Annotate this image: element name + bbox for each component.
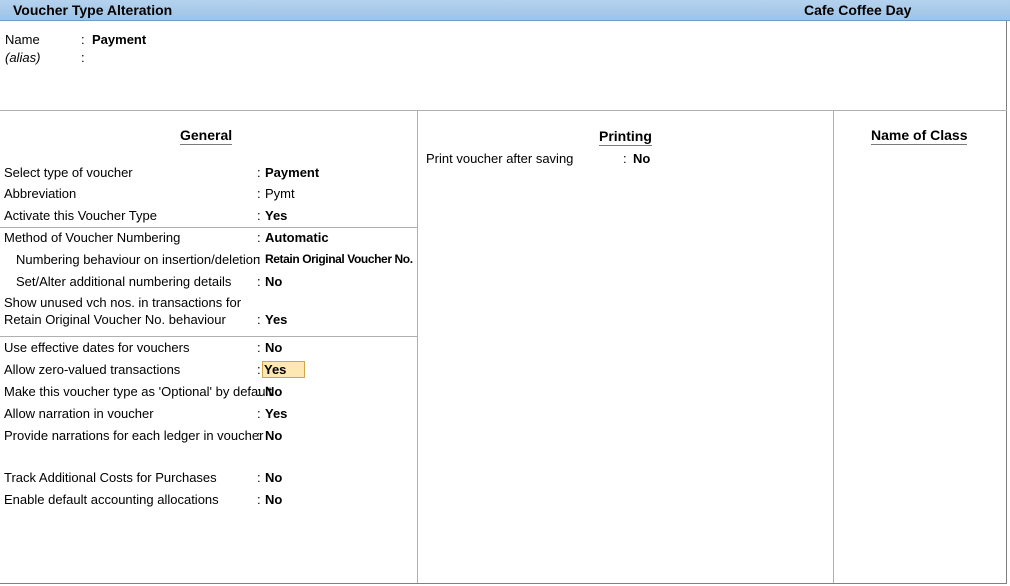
name-of-class-section-title: Name of Class (871, 127, 968, 145)
track-additional-costs-separator: : (257, 470, 261, 485)
printing-column-divider (833, 110, 834, 583)
optional-default-label: Make this voucher type as 'Optional' by … (4, 384, 272, 399)
activate-voucher-type-label: Activate this Voucher Type (4, 208, 157, 223)
title-bar: Voucher Type Alteration Cafe Coffee Day (0, 0, 1010, 21)
printing-section-title: Printing (599, 128, 652, 146)
show-unused-separator: : (257, 312, 261, 327)
narration-field[interactable]: Yes (265, 406, 287, 421)
default-allocations-separator: : (257, 492, 261, 507)
numbering-behaviour-separator: : (257, 252, 261, 267)
set-alter-numbering-label: Set/Alter additional numbering details (16, 274, 232, 289)
show-unused-label-line1: Show unused vch nos. in transactions for (4, 295, 242, 310)
default-allocations-field[interactable]: No (265, 492, 282, 507)
print-after-saving-field[interactable]: No (633, 151, 650, 166)
abbreviation-separator: : (257, 186, 261, 201)
general-column-divider (417, 110, 418, 583)
method-numbering-label: Method of Voucher Numbering (4, 230, 181, 245)
set-alter-numbering-field[interactable]: No (265, 274, 282, 289)
method-numbering-separator: : (257, 230, 261, 245)
effective-dates-field[interactable]: No (265, 340, 282, 355)
select-type-separator: : (257, 165, 261, 180)
narration-each-ledger-field[interactable]: No (265, 428, 282, 443)
optional-default-field[interactable]: No (265, 384, 282, 399)
abbreviation-label: Abbreviation (4, 186, 77, 201)
alias-separator: : (81, 50, 85, 65)
set-alter-numbering-separator: : (257, 274, 261, 289)
track-additional-costs-field[interactable]: No (265, 470, 282, 485)
zero-valued-label: Allow zero-valued transactions (4, 362, 181, 377)
optional-default-separator: : (257, 384, 261, 399)
numbering-behaviour-field[interactable]: Retain Original Voucher No. (265, 252, 413, 266)
abbreviation-field[interactable]: Pymt (265, 186, 295, 201)
alias-label: (alias) (5, 50, 41, 65)
name-label: Name (5, 32, 40, 47)
show-unused-label-line2: Retain Original Voucher No. behaviour (4, 312, 226, 327)
numbering-behaviour-label: Numbering behaviour on insertion/deletio… (16, 252, 261, 267)
window-title: Voucher Type Alteration (13, 2, 173, 18)
effective-dates-label: Use effective dates for vouchers (4, 340, 190, 355)
narration-each-ledger-separator: : (257, 428, 261, 443)
print-after-saving-label: Print voucher after saving (426, 151, 574, 166)
method-numbering-field[interactable]: Automatic (265, 230, 329, 245)
numbering-group-divider (0, 227, 417, 228)
general-section-title: General (180, 127, 233, 145)
zero-valued-separator: : (257, 362, 261, 377)
narration-each-ledger-label: Provide narrations for each ledger in vo… (4, 428, 264, 443)
company-name: Cafe Coffee Day (804, 2, 912, 18)
zero-valued-field[interactable]: Yes (262, 361, 306, 378)
name-separator: : (81, 32, 85, 47)
show-unused-field[interactable]: Yes (265, 312, 287, 327)
default-allocations-label: Enable default accounting allocations (4, 492, 219, 507)
alias-field[interactable] (92, 50, 292, 65)
effective-dates-separator: : (257, 340, 261, 355)
activate-voucher-type-field[interactable]: Yes (265, 208, 287, 223)
name-field[interactable]: Payment (92, 32, 146, 47)
track-additional-costs-label: Track Additional Costs for Purchases (4, 470, 217, 485)
narration-label: Allow narration in voucher (4, 406, 154, 421)
select-type-field[interactable]: Payment (265, 165, 319, 180)
print-after-saving-separator: : (623, 151, 627, 166)
narration-separator: : (257, 406, 261, 421)
select-type-label: Select type of voucher (4, 165, 133, 180)
activate-voucher-type-separator: : (257, 208, 261, 223)
options-group-divider (0, 336, 417, 337)
header-divider (0, 110, 1007, 111)
